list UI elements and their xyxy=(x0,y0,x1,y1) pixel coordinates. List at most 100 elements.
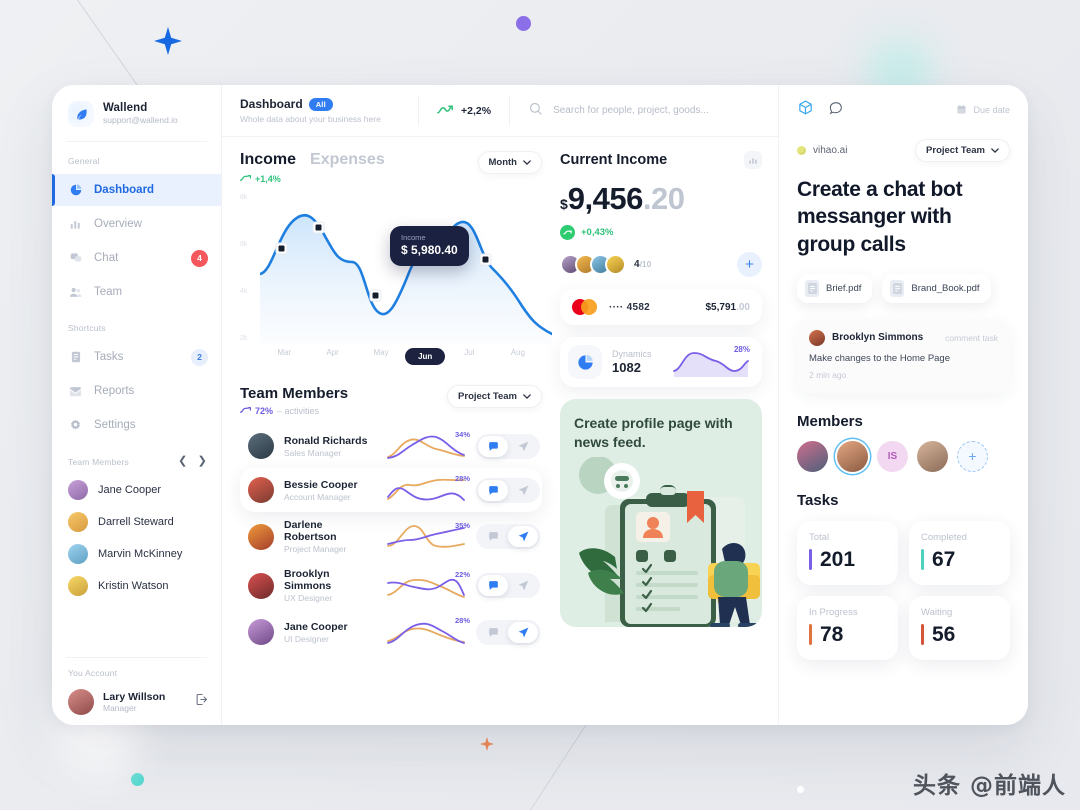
brand-email: support@wallend.io xyxy=(103,115,178,126)
comment-time: 2 min ago xyxy=(809,369,847,380)
send-action-button[interactable] xyxy=(508,575,538,596)
list-item[interactable]: Darrell Steward xyxy=(52,506,221,538)
amount-decimal: .20 xyxy=(642,181,685,216)
topbar-pill[interactable]: All xyxy=(308,97,333,111)
tab-income[interactable]: Income xyxy=(240,151,296,169)
member-name: Marvin McKinney xyxy=(98,548,183,560)
bar-chart-icon[interactable] xyxy=(744,151,762,169)
comment-card[interactable]: Brooklyn Simmons comment task Make chang… xyxy=(797,318,1010,393)
table-row[interactable]: Jane Cooper UI Designer 28% xyxy=(240,610,542,654)
stat-value: 201 xyxy=(820,547,856,571)
period-selector[interactable]: Month xyxy=(477,151,542,174)
stat-tile-in-progress[interactable]: In Progress 78 xyxy=(797,595,898,660)
tooltip-value: $ 5,980.40 xyxy=(401,243,458,258)
chat-action-button[interactable] xyxy=(478,622,508,643)
member-role: UI Designer xyxy=(284,633,329,644)
table-row[interactable]: Bessie Cooper Account Manager 28% xyxy=(240,468,542,512)
project-team-label: Project Team xyxy=(926,145,985,156)
attachment-item[interactable]: Brief.pdf xyxy=(797,273,873,303)
row-actions xyxy=(476,619,540,645)
send-action-button[interactable] xyxy=(508,480,538,501)
stat-tile-total[interactable]: Total 201 xyxy=(797,520,898,585)
sidebar-item-settings[interactable]: Settings xyxy=(52,409,221,441)
sidebar-item-tasks[interactable]: Tasks 2 xyxy=(52,341,221,373)
team-selector[interactable]: Project Team xyxy=(447,385,542,408)
member-name: Bessie Cooper xyxy=(284,478,358,491)
due-date[interactable]: Due date xyxy=(956,104,1010,117)
sidebar-item-label: Overview xyxy=(94,218,142,230)
list-item[interactable]: Kristin Watson xyxy=(52,570,221,602)
avatar-initials[interactable]: IS xyxy=(877,440,908,472)
promo-card[interactable]: Create profile page with news feed. xyxy=(560,399,762,627)
chevron-left-icon[interactable]: ❮ xyxy=(178,456,187,467)
search-input[interactable] xyxy=(553,105,778,116)
attachments: Brief.pdf Brand_Book.pdf xyxy=(797,273,1010,303)
sidebar-item-label: Reports xyxy=(94,385,135,397)
send-action-button[interactable] xyxy=(508,621,538,643)
x-tick: May xyxy=(373,348,389,357)
send-action-button[interactable] xyxy=(508,436,538,457)
chevron-right-icon[interactable]: ❯ xyxy=(198,456,207,467)
team-activity-pct: 72% xyxy=(255,406,274,416)
tab-expenses[interactable]: Expenses xyxy=(310,151,385,169)
table-row[interactable]: Brooklyn Simmons UX Designer 22% xyxy=(240,561,542,610)
add-person-button[interactable]: + xyxy=(737,252,762,277)
clipboard-icon xyxy=(68,350,83,365)
sidebar-item-chat[interactable]: Chat 4 xyxy=(52,242,221,274)
chart-svg xyxy=(260,213,552,344)
list-item[interactable]: Jane Cooper xyxy=(52,474,221,506)
stat-tile-completed[interactable]: Completed 67 xyxy=(909,520,1010,585)
x-tick-active[interactable]: Jun xyxy=(405,348,446,365)
row-actions xyxy=(476,524,540,549)
list-item[interactable]: Marvin McKinney xyxy=(52,538,221,570)
attachment-name: Brand_Book.pdf xyxy=(911,282,980,294)
payment-card[interactable]: ···· 4582 $5,791.00 xyxy=(560,289,762,325)
table-row[interactable]: Darlene Robertson Project Manager 35% xyxy=(240,512,542,561)
account-row[interactable]: Lary Willson Manager xyxy=(52,685,221,715)
sidebar-item-team[interactable]: Team xyxy=(52,276,221,308)
stat-accent-bar xyxy=(809,549,812,571)
logout-icon[interactable] xyxy=(194,692,209,712)
comment-icon[interactable] xyxy=(828,100,844,121)
project-dot-icon xyxy=(797,146,806,155)
project-team-selector[interactable]: Project Team xyxy=(915,139,1010,162)
chat-bubble-icon xyxy=(68,251,83,266)
current-income-amount: $ 9,456 .20 xyxy=(560,181,762,217)
sidebar-item-dashboard[interactable]: Dashboard xyxy=(52,174,221,206)
avatar xyxy=(248,619,274,645)
avatar xyxy=(68,544,88,564)
avatar[interactable] xyxy=(797,440,828,472)
sidebar-item-reports[interactable]: Reports xyxy=(52,375,221,407)
task-panel-toolbar: Due date xyxy=(797,99,1010,121)
search-bar[interactable] xyxy=(510,101,778,121)
table-row[interactable]: Ronald Richards Sales Manager 34% xyxy=(240,424,542,468)
stat-accent-bar xyxy=(921,624,924,646)
sidebar-item-overview[interactable]: Overview xyxy=(52,208,221,240)
decor-dot-white xyxy=(797,786,804,793)
dynamics-card[interactable]: Dynamics 1082 28% xyxy=(560,337,762,387)
row-actions xyxy=(476,433,540,459)
add-member-button[interactable]: + xyxy=(957,440,988,472)
chart-y-axis: 8k 6k 4k 2k xyxy=(240,194,256,342)
avatar[interactable] xyxy=(917,440,948,472)
chat-action-button[interactable] xyxy=(478,479,508,501)
sidebar-section-account: You Account xyxy=(68,668,118,678)
brand[interactable]: Wallend support@wallend.io xyxy=(52,99,221,141)
chat-action-button[interactable] xyxy=(478,526,508,547)
attachment-item[interactable]: Brand_Book.pdf xyxy=(882,273,991,303)
brand-name: Wallend xyxy=(103,102,148,114)
people-count-total: /10 xyxy=(639,259,652,269)
cube-icon[interactable] xyxy=(797,99,814,121)
avatar xyxy=(68,480,88,500)
main-content: Dashboard All Whole data about your busi… xyxy=(222,85,778,725)
chat-action-button[interactable] xyxy=(478,575,508,596)
avatar-selected[interactable] xyxy=(837,440,868,472)
chat-action-button[interactable] xyxy=(478,435,508,457)
sparkline: 28% xyxy=(386,474,470,505)
current-income-title: Current Income xyxy=(560,152,668,168)
send-action-button[interactable] xyxy=(508,526,538,547)
stat-tile-waiting[interactable]: Waiting 56 xyxy=(909,595,1010,660)
avatar xyxy=(248,523,274,550)
dynamics-value: 1082 xyxy=(612,360,641,375)
row-actions xyxy=(476,573,540,598)
